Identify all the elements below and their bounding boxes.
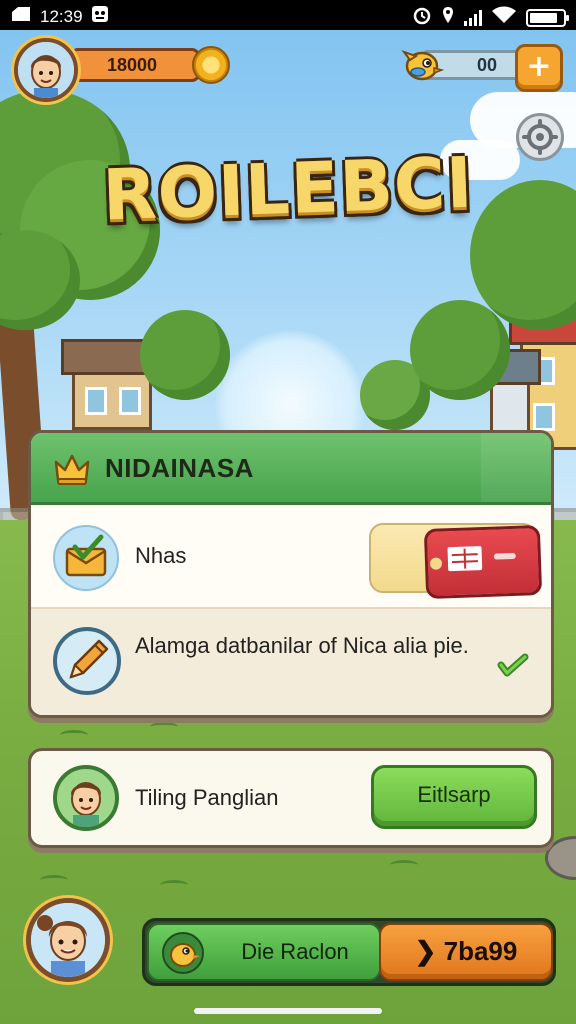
friend-action-label: Eitlsarp: [417, 782, 491, 807]
sim-icon: [10, 6, 32, 27]
friend-action-button[interactable]: Eitlsarp: [371, 765, 537, 829]
girl-face-icon: [31, 903, 105, 977]
status-time: 12:39: [40, 6, 83, 26]
battery-level: [530, 12, 557, 23]
panel-header: NIDAINASA: [31, 433, 551, 505]
wifi-icon: [492, 6, 516, 29]
add-gems-button[interactable]: +: [515, 44, 563, 92]
list-item[interactable]: Nhas: [31, 507, 551, 607]
tree: [410, 300, 510, 400]
friend-name: Tiling Panglian: [135, 785, 279, 810]
alarm-icon: [412, 5, 432, 30]
row-icon-badge: [53, 627, 121, 695]
duck-icon: [161, 931, 205, 975]
boy-face-icon: [18, 42, 74, 98]
player-avatar[interactable]: [26, 898, 110, 982]
house: [61, 339, 163, 430]
bottom-bar: Die Raclon ❯ 7ba99: [142, 918, 556, 986]
bird-icon: [400, 42, 445, 86]
play-label: ❯ 7ba99: [414, 936, 518, 966]
panel-title: NIDAINASA: [105, 453, 254, 483]
quest-panel: NIDAINASA Nhas Alamga datbanilar of Nica…: [28, 430, 554, 718]
grass-tuft: [150, 722, 178, 732]
battery-icon: [526, 8, 569, 27]
grass-tuft: [160, 880, 188, 890]
ticket-icon: [423, 524, 543, 600]
coin-counter: 18000: [70, 48, 200, 82]
boy-face-icon: [70, 782, 102, 827]
signal-icon: [464, 9, 482, 26]
friend-card: Tiling Panglian Eitlsarp: [28, 748, 554, 848]
grass-tuft: [40, 875, 68, 885]
home-indicator[interactable]: [194, 1008, 382, 1014]
coin-icon: [192, 46, 230, 84]
play-button[interactable]: ❯ 7ba99: [379, 923, 553, 981]
envelope-check-icon: [65, 534, 107, 577]
grass-tuft: [390, 860, 418, 870]
list-item[interactable]: Alamga datbanilar of Nica alia pie.: [31, 607, 551, 715]
game-mode-label: Die Raclon: [241, 939, 349, 964]
friend-avatar: [53, 765, 119, 831]
profile-avatar[interactable]: [14, 38, 78, 102]
gem-amount: 00: [476, 55, 497, 75]
row-description: Alamga datbanilar of Nica alia pie.: [135, 633, 469, 658]
crown-icon: [53, 450, 91, 488]
row-icon-badge: [53, 525, 119, 591]
ticket-button[interactable]: [369, 523, 543, 600]
game-mode-button[interactable]: Die Raclon: [147, 923, 381, 981]
pencil-icon: [69, 639, 109, 679]
status-bar: 12:39: [0, 0, 576, 30]
notification-icon: [91, 5, 109, 28]
chevron-right-icon[interactable]: [493, 643, 533, 683]
location-icon: [442, 6, 454, 29]
coin-amount: 18000: [107, 55, 158, 75]
plus-label: +: [526, 49, 552, 84]
grass-tuft: [60, 730, 88, 740]
tree: [140, 310, 230, 400]
row-label: Nhas: [135, 543, 187, 568]
